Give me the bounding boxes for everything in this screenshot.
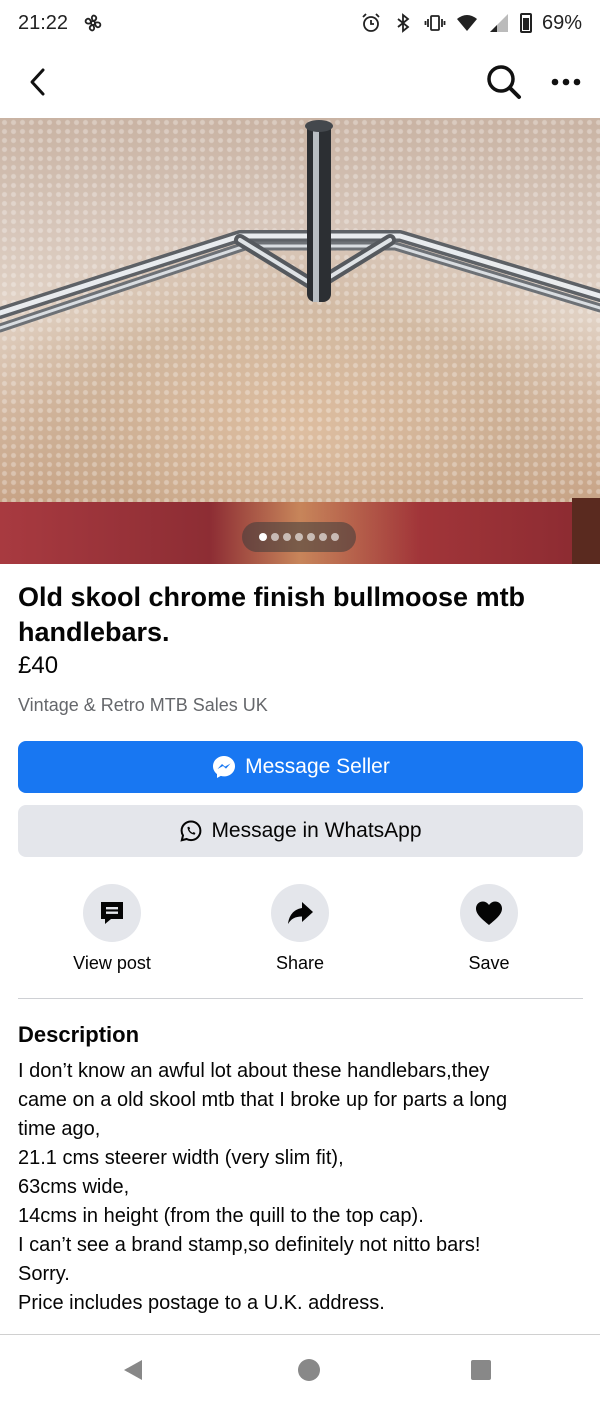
description-line: time ago, [18,1118,101,1140]
listing-price: £40 [18,652,59,679]
carousel-dot [331,533,339,541]
listing-photo[interactable] [0,118,600,564]
share-icon-circle [271,884,329,942]
triangle-back-icon [124,1360,142,1380]
more-options-icon [551,78,581,86]
more-options-button[interactable] [546,64,586,100]
vibrate-icon [424,12,446,34]
save-label: Save [468,953,510,973]
description-body: I don’t know an awful lot about these ha… [18,1057,583,1318]
description-line: came on a old skool mtb that I broke up … [18,1089,508,1111]
back-arrow-icon [30,68,45,96]
heart-icon [476,901,502,925]
carousel-indicator[interactable] [242,522,356,552]
action-row: View post Share Save [0,884,600,984]
status-time: 21:22 [18,11,69,34]
description-line: I can’t see a brand stamp,so definitely … [18,1234,481,1256]
share-icon [288,902,313,924]
top-nav [0,50,600,114]
bluetooth-icon [392,12,414,34]
battery-percent: 69% [541,11,582,34]
description-line: 21.1 cms steerer width (very slim fit), [18,1147,344,1169]
message-seller-button[interactable]: Message Seller [18,741,583,793]
description-line: 63cms wide, [18,1176,130,1198]
square-recents-icon [471,1360,491,1380]
search-icon [487,65,521,99]
system-back-button[interactable] [118,1355,148,1385]
carousel-dot [295,533,303,541]
view-post-label: View post [73,953,151,973]
section-divider [18,998,583,999]
carousel-dot [307,533,315,541]
system-nav-bar [0,1335,600,1403]
post-icon [101,902,123,924]
description-line: Price includes postage to a U.K. address… [18,1292,385,1314]
signal-icon [488,12,510,34]
message-seller-label: Message Seller [245,755,390,778]
group-name-link[interactable]: Vintage & Retro MTB Sales UK [18,695,268,716]
wifi-icon [456,12,478,34]
listing-title: Old skool chrome finish bullmoose mtb ha… [18,582,526,647]
back-button[interactable] [18,62,58,102]
description-heading: Description [18,1022,140,1047]
fan-icon [82,12,104,34]
alarm-icon [360,12,382,34]
save-button[interactable]: Save [414,884,564,974]
system-recents-button[interactable] [466,1355,496,1385]
description-line: 14cms in height (from the quill to the t… [18,1205,424,1227]
message-whatsapp-button[interactable]: Message in WhatsApp [18,805,583,857]
save-icon-circle [460,884,518,942]
message-whatsapp-label: Message in WhatsApp [211,819,422,842]
system-home-button[interactable] [294,1355,324,1385]
carousel-dot [271,533,279,541]
share-button[interactable]: Share [225,884,375,974]
handlebar-illustration [0,120,600,333]
description-line: Sorry. [18,1263,70,1285]
status-bar: 21:22 69% [0,0,600,46]
view-post-icon-circle [83,884,141,942]
description-line: I don’t know an awful lot about these ha… [18,1060,490,1082]
search-button[interactable] [482,60,526,104]
share-label: Share [275,953,325,973]
circle-home-icon [298,1359,320,1381]
view-post-button[interactable]: View post [37,884,187,974]
carousel-dot [259,533,267,541]
messenger-icon [213,756,236,778]
carousel-dot [283,533,291,541]
carousel-dot [319,533,327,541]
whatsapp-icon [180,820,202,842]
battery-icon [519,13,532,33]
